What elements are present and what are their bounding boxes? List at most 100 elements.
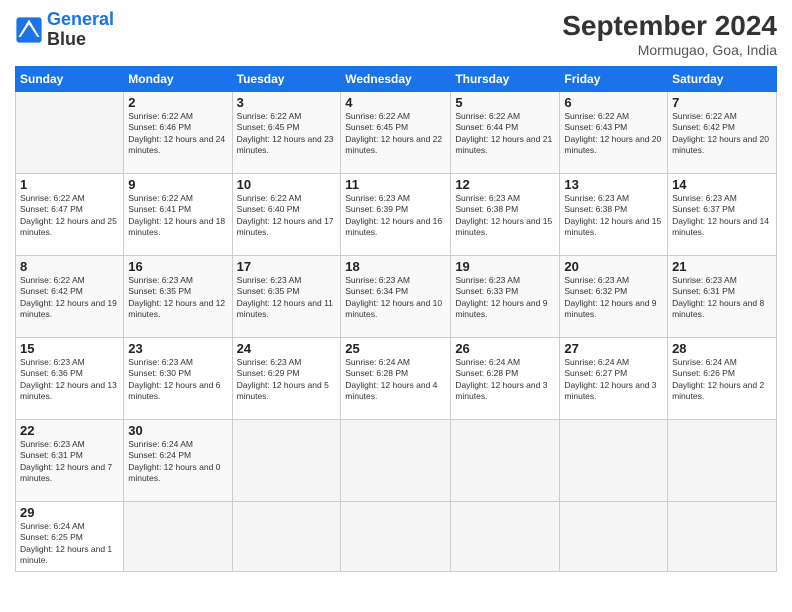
- calendar-cell: 24 Sunrise: 6:23 AMSunset: 6:29 PMDaylig…: [232, 338, 341, 420]
- calendar-cell: 9 Sunrise: 6:22 AMSunset: 6:41 PMDayligh…: [124, 174, 232, 256]
- day-info: Sunrise: 6:22 AMSunset: 6:45 PMDaylight:…: [237, 111, 337, 157]
- day-info: Sunrise: 6:22 AMSunset: 6:42 PMDaylight:…: [672, 111, 772, 157]
- calendar-cell: [560, 420, 668, 502]
- calendar-cell: 19 Sunrise: 6:23 AMSunset: 6:33 PMDaylig…: [451, 256, 560, 338]
- day-info: Sunrise: 6:22 AMSunset: 6:47 PMDaylight:…: [20, 193, 119, 239]
- day-number: 18: [345, 259, 446, 274]
- calendar-cell: 30 Sunrise: 6:24 AMSunset: 6:24 PMDaylig…: [124, 420, 232, 502]
- calendar-cell: [16, 92, 124, 174]
- calendar-week-row: 15 Sunrise: 6:23 AMSunset: 6:36 PMDaylig…: [16, 338, 777, 420]
- day-number: 10: [237, 177, 337, 192]
- calendar-table: SundayMondayTuesdayWednesdayThursdayFrid…: [15, 66, 777, 572]
- calendar-cell: 4 Sunrise: 6:22 AMSunset: 6:45 PMDayligh…: [341, 92, 451, 174]
- day-number: 8: [20, 259, 119, 274]
- day-header-wednesday: Wednesday: [341, 67, 451, 92]
- day-info: Sunrise: 6:23 AMSunset: 6:37 PMDaylight:…: [672, 193, 772, 239]
- calendar-cell: 6 Sunrise: 6:22 AMSunset: 6:43 PMDayligh…: [560, 92, 668, 174]
- calendar-cell: [668, 420, 777, 502]
- day-info: Sunrise: 6:22 AMSunset: 6:45 PMDaylight:…: [345, 111, 446, 157]
- day-number: 27: [564, 341, 663, 356]
- calendar-cell: 17 Sunrise: 6:23 AMSunset: 6:35 PMDaylig…: [232, 256, 341, 338]
- calendar-cell: 18 Sunrise: 6:23 AMSunset: 6:34 PMDaylig…: [341, 256, 451, 338]
- calendar-cell: 16 Sunrise: 6:23 AMSunset: 6:35 PMDaylig…: [124, 256, 232, 338]
- day-info: Sunrise: 6:24 AMSunset: 6:25 PMDaylight:…: [20, 521, 119, 567]
- day-number: 1: [20, 177, 119, 192]
- day-header-monday: Monday: [124, 67, 232, 92]
- day-info: Sunrise: 6:22 AMSunset: 6:43 PMDaylight:…: [564, 111, 663, 157]
- day-info: Sunrise: 6:24 AMSunset: 6:27 PMDaylight:…: [564, 357, 663, 403]
- calendar-cell: [451, 420, 560, 502]
- day-info: Sunrise: 6:23 AMSunset: 6:38 PMDaylight:…: [455, 193, 555, 239]
- calendar-cell: 27 Sunrise: 6:24 AMSunset: 6:27 PMDaylig…: [560, 338, 668, 420]
- calendar-cell: 14 Sunrise: 6:23 AMSunset: 6:37 PMDaylig…: [668, 174, 777, 256]
- calendar-cell: [232, 502, 341, 572]
- day-number: 13: [564, 177, 663, 192]
- logo-icon: [15, 16, 43, 44]
- day-info: Sunrise: 6:24 AMSunset: 6:28 PMDaylight:…: [345, 357, 446, 403]
- month-title: September 2024: [562, 10, 777, 42]
- day-info: Sunrise: 6:23 AMSunset: 6:39 PMDaylight:…: [345, 193, 446, 239]
- calendar-cell: 11 Sunrise: 6:23 AMSunset: 6:39 PMDaylig…: [341, 174, 451, 256]
- day-info: Sunrise: 6:22 AMSunset: 6:46 PMDaylight:…: [128, 111, 227, 157]
- calendar-week-row: 1 Sunrise: 6:22 AMSunset: 6:47 PMDayligh…: [16, 174, 777, 256]
- calendar-cell: 21 Sunrise: 6:23 AMSunset: 6:31 PMDaylig…: [668, 256, 777, 338]
- day-number: 7: [672, 95, 772, 110]
- calendar-week-row: 29 Sunrise: 6:24 AMSunset: 6:25 PMDaylig…: [16, 502, 777, 572]
- day-info: Sunrise: 6:23 AMSunset: 6:36 PMDaylight:…: [20, 357, 119, 403]
- calendar-cell: 10 Sunrise: 6:22 AMSunset: 6:40 PMDaylig…: [232, 174, 341, 256]
- day-info: Sunrise: 6:24 AMSunset: 6:24 PMDaylight:…: [128, 439, 227, 485]
- day-number: 5: [455, 95, 555, 110]
- day-info: Sunrise: 6:22 AMSunset: 6:40 PMDaylight:…: [237, 193, 337, 239]
- calendar-cell: 2 Sunrise: 6:22 AMSunset: 6:46 PMDayligh…: [124, 92, 232, 174]
- day-header-tuesday: Tuesday: [232, 67, 341, 92]
- location-title: Mormugao, Goa, India: [562, 42, 777, 58]
- calendar-cell: [560, 502, 668, 572]
- day-info: Sunrise: 6:23 AMSunset: 6:35 PMDaylight:…: [128, 275, 227, 321]
- day-info: Sunrise: 6:23 AMSunset: 6:31 PMDaylight:…: [672, 275, 772, 321]
- calendar-cell: [341, 420, 451, 502]
- day-number: 23: [128, 341, 227, 356]
- day-info: Sunrise: 6:23 AMSunset: 6:33 PMDaylight:…: [455, 275, 555, 321]
- calendar-cell: 23 Sunrise: 6:23 AMSunset: 6:30 PMDaylig…: [124, 338, 232, 420]
- day-number: 17: [237, 259, 337, 274]
- calendar-week-row: 22 Sunrise: 6:23 AMSunset: 6:31 PMDaylig…: [16, 420, 777, 502]
- day-info: Sunrise: 6:22 AMSunset: 6:41 PMDaylight:…: [128, 193, 227, 239]
- calendar-cell: 22 Sunrise: 6:23 AMSunset: 6:31 PMDaylig…: [16, 420, 124, 502]
- calendar-week-row: 8 Sunrise: 6:22 AMSunset: 6:42 PMDayligh…: [16, 256, 777, 338]
- day-number: 15: [20, 341, 119, 356]
- page-header: General Blue September 2024 Mormugao, Go…: [15, 10, 777, 58]
- day-header-saturday: Saturday: [668, 67, 777, 92]
- day-number: 30: [128, 423, 227, 438]
- calendar-cell: 7 Sunrise: 6:22 AMSunset: 6:42 PMDayligh…: [668, 92, 777, 174]
- calendar-cell: [668, 502, 777, 572]
- calendar-cell: [341, 502, 451, 572]
- day-number: 28: [672, 341, 772, 356]
- day-header-sunday: Sunday: [16, 67, 124, 92]
- calendar-cell: 15 Sunrise: 6:23 AMSunset: 6:36 PMDaylig…: [16, 338, 124, 420]
- calendar-cell: 12 Sunrise: 6:23 AMSunset: 6:38 PMDaylig…: [451, 174, 560, 256]
- day-number: 4: [345, 95, 446, 110]
- day-number: 21: [672, 259, 772, 274]
- day-info: Sunrise: 6:23 AMSunset: 6:32 PMDaylight:…: [564, 275, 663, 321]
- calendar-cell: 25 Sunrise: 6:24 AMSunset: 6:28 PMDaylig…: [341, 338, 451, 420]
- day-number: 2: [128, 95, 227, 110]
- day-number: 6: [564, 95, 663, 110]
- logo: General Blue: [15, 10, 114, 50]
- day-header-thursday: Thursday: [451, 67, 560, 92]
- day-number: 29: [20, 505, 119, 520]
- day-number: 25: [345, 341, 446, 356]
- calendar-cell: [124, 502, 232, 572]
- calendar-cell: 26 Sunrise: 6:24 AMSunset: 6:28 PMDaylig…: [451, 338, 560, 420]
- logo-text2: Blue: [47, 30, 114, 50]
- day-number: 20: [564, 259, 663, 274]
- page-container: General Blue September 2024 Mormugao, Go…: [0, 0, 792, 582]
- calendar-week-row: 2 Sunrise: 6:22 AMSunset: 6:46 PMDayligh…: [16, 92, 777, 174]
- calendar-cell: 13 Sunrise: 6:23 AMSunset: 6:38 PMDaylig…: [560, 174, 668, 256]
- calendar-cell: 1 Sunrise: 6:22 AMSunset: 6:47 PMDayligh…: [16, 174, 124, 256]
- day-number: 11: [345, 177, 446, 192]
- day-number: 16: [128, 259, 227, 274]
- day-header-friday: Friday: [560, 67, 668, 92]
- day-info: Sunrise: 6:22 AMSunset: 6:44 PMDaylight:…: [455, 111, 555, 157]
- calendar-cell: 28 Sunrise: 6:24 AMSunset: 6:26 PMDaylig…: [668, 338, 777, 420]
- day-info: Sunrise: 6:23 AMSunset: 6:31 PMDaylight:…: [20, 439, 119, 485]
